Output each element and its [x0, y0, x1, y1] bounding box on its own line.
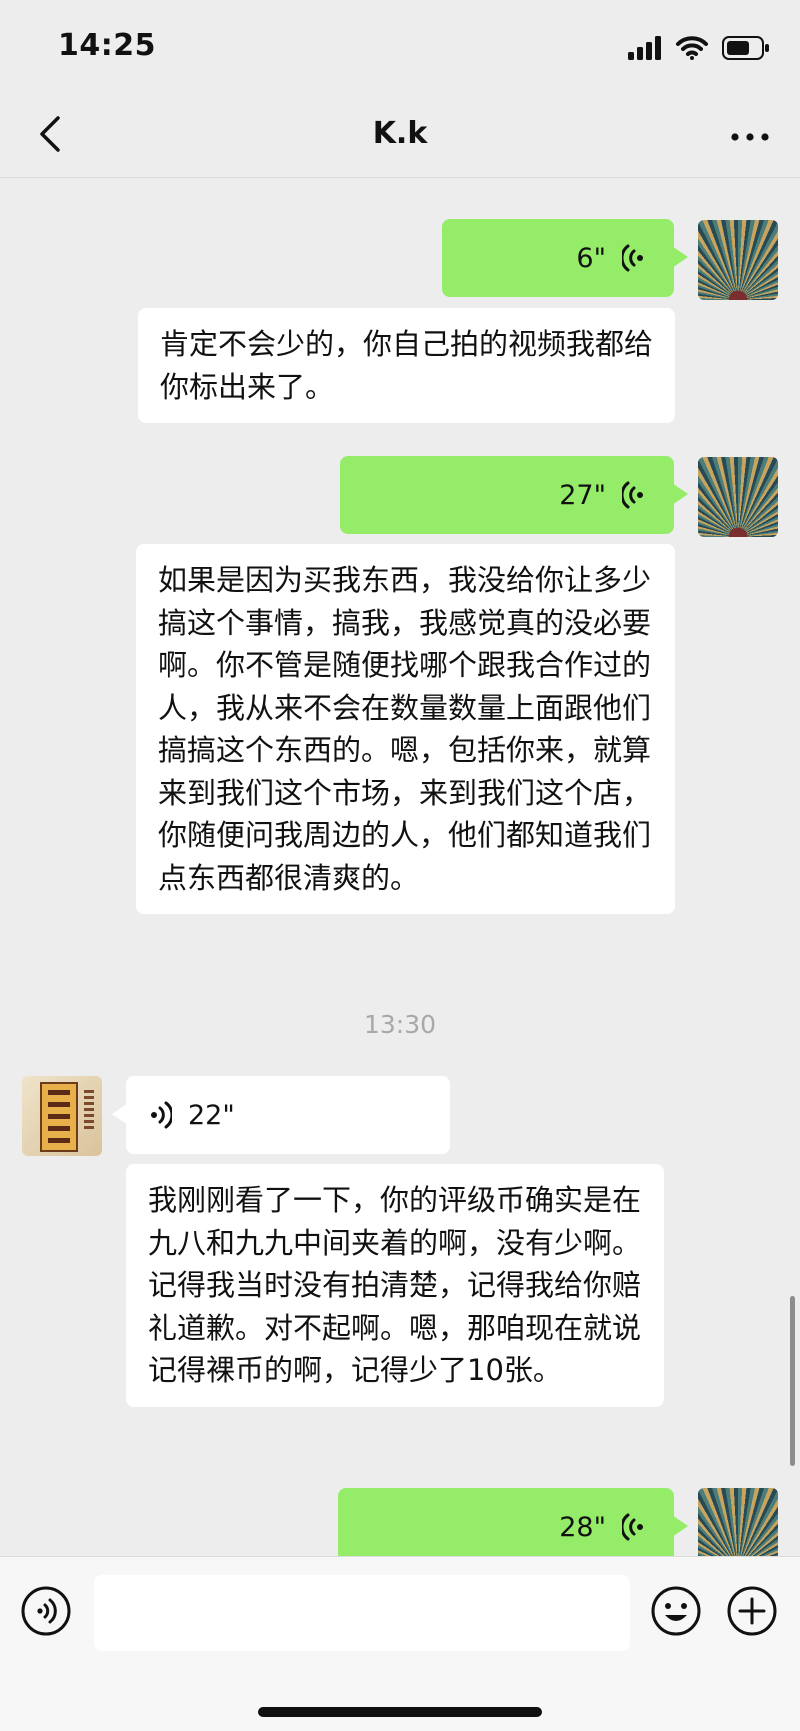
battery-icon [722, 36, 770, 60]
scrollbar[interactable] [790, 1296, 795, 1466]
status-bar: 14:25 [0, 0, 800, 96]
voice-duration: 6" [576, 242, 606, 274]
voice-mode-button[interactable] [20, 1585, 72, 1641]
emoji-icon [650, 1585, 702, 1641]
voice-message-received[interactable]: 22" [112, 1076, 450, 1154]
signal-icon [628, 36, 662, 60]
contact-avatar[interactable] [22, 1076, 102, 1156]
emoji-button[interactable] [650, 1585, 702, 1641]
more-dots-icon [731, 127, 769, 146]
voice-message-sent[interactable]: 28" [338, 1488, 688, 1556]
plus-button[interactable] [726, 1585, 778, 1641]
wifi-icon [676, 36, 708, 60]
my-avatar[interactable] [698, 457, 778, 537]
voice-wave-icon [150, 1101, 172, 1129]
voice-wave-icon [622, 244, 644, 272]
chat-title: K.k [372, 116, 428, 151]
voice-message-sent[interactable]: 27" [340, 456, 688, 534]
voice-wave-icon [622, 481, 644, 509]
plus-icon [726, 1585, 778, 1641]
voice-duration: 27" [559, 479, 606, 511]
text-message[interactable]: 我刚刚看了一下，你的评级币确实是在九八和九九中间夹着的啊，没有少啊。记得我当时没… [126, 1164, 664, 1407]
status-time: 14:25 [58, 28, 156, 63]
voice-mode-icon [20, 1585, 72, 1641]
time-stamp: 13:30 [363, 1010, 437, 1039]
text-message[interactable]: 肯定不会少的，你自己拍的视频我都给你标出来了。 [138, 308, 675, 423]
my-avatar[interactable] [698, 220, 778, 300]
chat-messages[interactable]: 6" 肯定不会少的，你自己拍的视频我都给你标出来了。 27" 如果是因为买我东西… [0, 178, 800, 1556]
message-input[interactable] [94, 1575, 630, 1651]
my-avatar[interactable] [698, 1488, 778, 1556]
voice-wave-icon [622, 1513, 644, 1541]
voice-duration: 22" [188, 1099, 235, 1131]
voice-message-sent[interactable]: 6" [442, 219, 688, 297]
voice-duration: 28" [559, 1511, 606, 1543]
input-bar [0, 1556, 800, 1731]
nav-bar: K.k [0, 96, 800, 178]
home-indicator [258, 1707, 542, 1717]
more-button[interactable] [722, 108, 778, 164]
text-message[interactable]: 如果是因为买我东西，我没给你让多少搞这个事情，搞我，我感觉真的没必要啊。你不管是… [136, 544, 675, 914]
system-icons [628, 30, 770, 66]
